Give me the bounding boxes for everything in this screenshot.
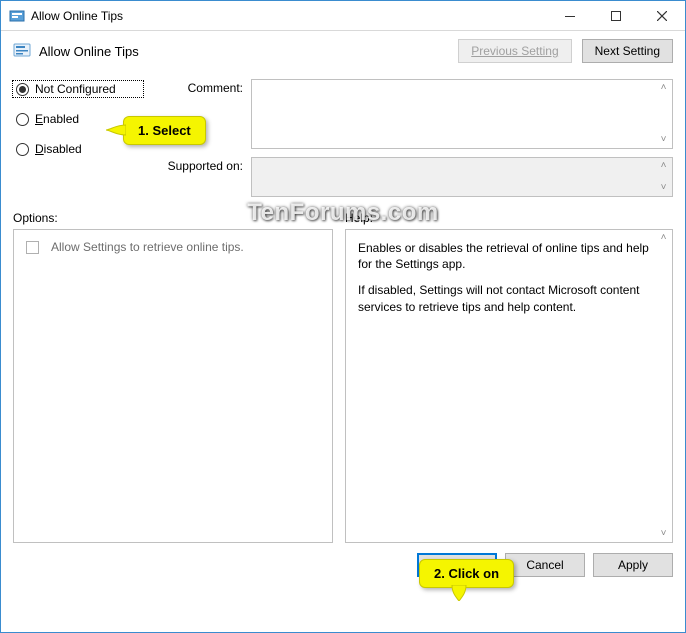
window-title: Allow Online Tips (31, 9, 123, 23)
cancel-button[interactable]: Cancel (505, 553, 585, 577)
help-paragraph: Enables or disables the retrieval of onl… (358, 240, 660, 272)
scroll-down-icon[interactable]: ˅ (656, 527, 671, 541)
scroll-up-icon[interactable]: ˄ (656, 231, 671, 245)
scroll-down-icon[interactable]: ˅ (656, 133, 671, 147)
previous-setting-button: Previous Setting (458, 39, 571, 63)
option-item-label: Allow Settings to retrieve online tips. (51, 240, 244, 254)
scroll-up-icon: ˄ (656, 159, 671, 173)
policy-header: Allow Online Tips Previous Setting Next … (13, 39, 673, 63)
dialog-footer: OK Cancel Apply (13, 553, 673, 577)
radio-label: Enabled (35, 112, 79, 126)
radio-label: Disabled (35, 142, 82, 156)
policy-app-icon (9, 8, 25, 24)
close-button[interactable] (639, 1, 685, 31)
help-label: Help: (345, 211, 373, 225)
comment-textbox[interactable]: ˄ ˅ (251, 79, 673, 149)
annotation-label: 1. Select (138, 123, 191, 138)
radio-disabled[interactable]: Disabled (13, 141, 143, 157)
radio-empty-icon (16, 143, 29, 156)
option-item: Allow Settings to retrieve online tips. (26, 240, 320, 254)
radio-not-configured[interactable]: Not Configured (13, 81, 143, 97)
annotation-arrow-icon (106, 123, 126, 137)
supported-on-label: Supported on: (153, 157, 243, 197)
option-checkbox (26, 241, 39, 254)
radio-empty-icon (16, 113, 29, 126)
policy-title: Allow Online Tips (39, 44, 139, 59)
options-panel: Allow Settings to retrieve online tips. (13, 229, 333, 543)
maximize-button[interactable] (593, 1, 639, 31)
apply-button[interactable]: Apply (593, 553, 673, 577)
supported-on-textbox: ˄ ˅ (251, 157, 673, 197)
radio-label: Not Configured (35, 82, 116, 96)
scroll-down-icon: ˅ (656, 181, 671, 195)
titlebar: Allow Online Tips (1, 1, 685, 31)
policy-icon (13, 42, 31, 60)
scroll-up-icon[interactable]: ˄ (656, 81, 671, 95)
next-setting-button[interactable]: Next Setting (582, 39, 673, 63)
options-label: Options: (13, 211, 333, 225)
annotation-click: 2. Click on (419, 559, 514, 588)
help-panel: Enables or disables the retrieval of onl… (345, 229, 673, 543)
radio-dot-icon (16, 83, 29, 96)
minimize-button[interactable] (547, 1, 593, 31)
annotation-arrow-icon (450, 585, 468, 601)
annotation-select: 1. Select (123, 116, 206, 145)
help-paragraph: If disabled, Settings will not contact M… (358, 282, 660, 314)
annotation-label: 2. Click on (434, 566, 499, 581)
